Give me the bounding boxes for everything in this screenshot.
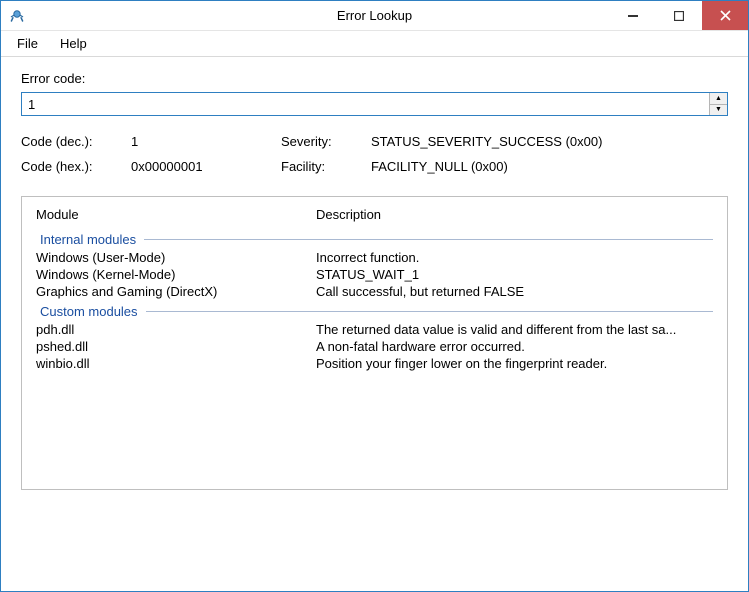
table-row[interactable]: pshed.dll A non-fatal hardware error occ… bbox=[22, 338, 727, 355]
column-module: Module bbox=[36, 207, 316, 222]
severity-value: STATUS_SEVERITY_SUCCESS (0x00) bbox=[371, 134, 728, 149]
module-cell: Windows (User-Mode) bbox=[36, 250, 316, 265]
facility-label: Facility: bbox=[281, 159, 371, 174]
module-cell: winbio.dll bbox=[36, 356, 316, 371]
spin-up-button[interactable]: ▲ bbox=[710, 93, 727, 105]
menu-file[interactable]: File bbox=[7, 33, 48, 54]
title-bar: Error Lookup bbox=[1, 1, 748, 31]
module-cell: Graphics and Gaming (DirectX) bbox=[36, 284, 316, 299]
description-cell: Position your finger lower on the finger… bbox=[316, 356, 713, 371]
code-hex-value: 0x00000001 bbox=[131, 159, 281, 174]
column-description: Description bbox=[316, 207, 713, 222]
description-cell: STATUS_WAIT_1 bbox=[316, 267, 713, 282]
section-custom-modules: Custom modules bbox=[22, 300, 727, 321]
description-cell: Call successful, but returned FALSE bbox=[316, 284, 713, 299]
code-dec-label: Code (dec.): bbox=[21, 134, 131, 149]
error-code-label: Error code: bbox=[21, 71, 728, 86]
section-internal-label: Internal modules bbox=[40, 232, 136, 247]
spin-down-button[interactable]: ▼ bbox=[710, 105, 727, 116]
menu-help[interactable]: Help bbox=[50, 33, 97, 54]
divider-line bbox=[146, 311, 713, 312]
close-button[interactable] bbox=[702, 1, 748, 30]
app-icon bbox=[9, 8, 25, 24]
code-dec-value: 1 bbox=[131, 134, 281, 149]
table-row[interactable]: Windows (Kernel-Mode) STATUS_WAIT_1 bbox=[22, 266, 727, 283]
module-cell: pdh.dll bbox=[36, 322, 316, 337]
description-cell: The returned data value is valid and dif… bbox=[316, 322, 713, 337]
description-cell: Incorrect function. bbox=[316, 250, 713, 265]
info-grid: Code (dec.): 1 Severity: STATUS_SEVERITY… bbox=[21, 134, 728, 174]
table-row[interactable]: pdh.dll The returned data value is valid… bbox=[22, 321, 727, 338]
menu-bar: File Help bbox=[1, 31, 748, 57]
results-header: Module Description bbox=[22, 197, 727, 228]
table-row[interactable]: Graphics and Gaming (DirectX) Call succe… bbox=[22, 283, 727, 300]
error-code-spinner: ▲ ▼ bbox=[709, 93, 727, 115]
divider-line bbox=[144, 239, 713, 240]
severity-label: Severity: bbox=[281, 134, 371, 149]
code-hex-label: Code (hex.): bbox=[21, 159, 131, 174]
error-code-field: ▲ ▼ bbox=[21, 92, 728, 116]
section-internal-modules: Internal modules bbox=[22, 228, 727, 249]
description-cell: A non-fatal hardware error occurred. bbox=[316, 339, 713, 354]
results-panel: Module Description Internal modules Wind… bbox=[21, 196, 728, 490]
module-cell: pshed.dll bbox=[36, 339, 316, 354]
table-row[interactable]: winbio.dll Position your finger lower on… bbox=[22, 355, 727, 372]
module-cell: Windows (Kernel-Mode) bbox=[36, 267, 316, 282]
maximize-button[interactable] bbox=[656, 1, 702, 30]
error-code-input[interactable] bbox=[22, 93, 709, 115]
facility-value: FACILITY_NULL (0x00) bbox=[371, 159, 728, 174]
minimize-button[interactable] bbox=[610, 1, 656, 30]
window-controls bbox=[610, 1, 748, 30]
table-row[interactable]: Windows (User-Mode) Incorrect function. bbox=[22, 249, 727, 266]
section-custom-label: Custom modules bbox=[40, 304, 138, 319]
content-area: Error code: ▲ ▼ Code (dec.): 1 Severity:… bbox=[1, 57, 748, 508]
